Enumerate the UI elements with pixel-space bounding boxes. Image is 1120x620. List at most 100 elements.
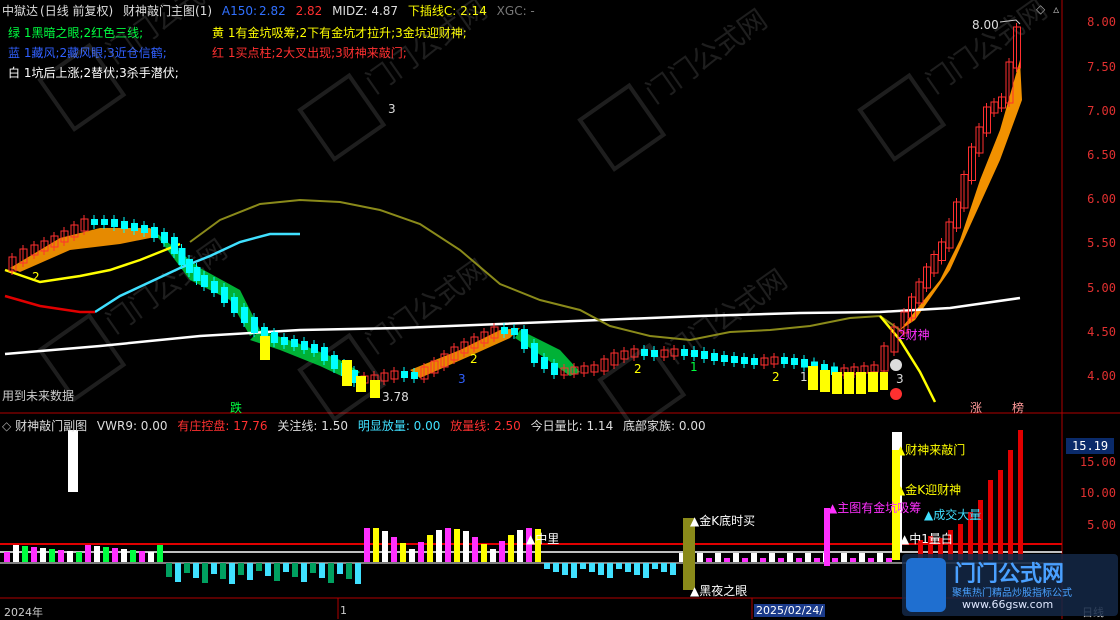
volume-bar <box>697 553 703 562</box>
caishen-label: 2财神 <box>898 328 930 342</box>
candle-down <box>691 350 698 357</box>
volume-bar <box>769 553 775 562</box>
zhongliang-label: ▲中里 <box>526 532 560 546</box>
brand-site: www.66gsw.com <box>962 598 1054 611</box>
red-volume-bar <box>1018 430 1023 560</box>
candle-down <box>541 357 548 369</box>
volume-bar <box>760 558 766 562</box>
candle-down <box>781 357 788 364</box>
volume-bar <box>202 563 208 583</box>
chart-canvas: 门门公式网 门门公式网 门门公式网 门门公式网 门门公式网 门门公式网 门门公式… <box>0 0 1120 619</box>
volume-bar <box>445 528 451 562</box>
svg-text:门门公式网: 门门公式网 <box>920 0 1054 100</box>
volume-bar <box>508 535 514 562</box>
volume-bar <box>76 552 82 562</box>
y-tick-5.00: 5.00 <box>1087 281 1116 295</box>
sub-y-tick-10: 10.00 <box>1079 486 1116 500</box>
candle-down <box>701 351 708 359</box>
volume-bar <box>436 530 442 562</box>
volume-bar <box>193 563 199 578</box>
volume-bar <box>49 549 55 562</box>
volume-bar <box>850 558 856 562</box>
candle-down <box>231 297 238 313</box>
volume-bar <box>265 563 271 576</box>
volume-bar <box>832 558 838 562</box>
red-ball-icon <box>890 388 902 400</box>
candle-down <box>111 219 118 227</box>
zhang-signal: 涨 <box>970 401 983 415</box>
candle-down <box>241 307 248 323</box>
volume-bar <box>706 558 712 562</box>
sub-indicator-name[interactable]: 财神敲门副图 <box>15 419 87 433</box>
signal-number: 3 <box>896 372 904 386</box>
candle-down <box>251 317 258 333</box>
candle-down <box>741 357 748 364</box>
volume-bar <box>274 563 280 581</box>
candle-down <box>321 347 328 361</box>
candle-down <box>301 341 308 350</box>
candle-down <box>271 332 278 343</box>
candle-down <box>193 267 201 281</box>
volume-bar <box>211 563 217 574</box>
volume-bar <box>283 563 289 572</box>
volume-bar <box>616 563 622 569</box>
volume-bar <box>598 563 604 575</box>
candle-down <box>331 355 338 369</box>
candle-down <box>651 350 658 357</box>
volume-bar <box>166 563 172 577</box>
volume-bar <box>499 541 505 562</box>
orange-band-left <box>10 228 160 272</box>
candle-down <box>178 248 186 265</box>
sub-y-tick-15: 15.00 <box>1079 455 1116 469</box>
volume-bar <box>652 563 658 569</box>
volume-bar <box>319 563 325 578</box>
volume-bar <box>121 549 127 562</box>
volume-bar <box>787 553 793 562</box>
volume-bar <box>373 528 379 562</box>
low-price-label: 3.78 <box>382 390 409 404</box>
volume-bar <box>328 563 334 583</box>
volume-bar <box>229 563 235 584</box>
candle-down <box>201 275 208 287</box>
white-marker-bar <box>68 430 78 492</box>
volume-bar <box>22 546 28 562</box>
y-tick-7.00: 7.00 <box>1087 104 1116 118</box>
volume-bar <box>346 563 352 579</box>
candle-down <box>711 353 718 361</box>
volume-bar <box>661 563 667 572</box>
volume-bar <box>355 563 361 584</box>
svg-text:门门公式网: 门门公式网 <box>100 0 234 70</box>
volume-bar <box>58 550 64 562</box>
olive-line <box>189 198 901 342</box>
jink-caishen-label: ▲金K迎财神 <box>896 483 962 497</box>
candle-down <box>531 343 538 363</box>
brand-logo-mark <box>906 558 946 612</box>
candle-down <box>641 349 648 356</box>
bottom-family-value: 底部家族: 0.00 <box>623 419 706 433</box>
red-volume-bar <box>988 480 993 560</box>
caishen-door-label: ▲财神来敲门 <box>896 443 966 457</box>
volume-bar <box>742 558 748 562</box>
candle-down <box>551 363 558 375</box>
volume-bar <box>337 563 343 574</box>
candle-down <box>511 328 518 335</box>
candle-down <box>211 281 218 293</box>
brand-slogan: 聚焦热门精品炒股指标公式 <box>952 588 1072 599</box>
volume-bar <box>589 563 595 572</box>
volume-bar <box>562 563 568 575</box>
volume-bar <box>301 563 307 582</box>
svg-text:门门公式网: 门门公式网 <box>640 3 774 110</box>
signal-number: 2 <box>470 352 478 366</box>
candle-down <box>501 327 508 334</box>
candle-down <box>521 329 528 349</box>
vol-up-value: 明显放量: 0.00 <box>357 419 441 433</box>
candle-down <box>141 225 148 233</box>
volume-bar <box>877 553 883 562</box>
volume-bar <box>670 563 676 575</box>
y-tick-8.00: 8.00 <box>1087 15 1116 29</box>
future-data-label: 用到未来数据 <box>2 389 75 403</box>
volume-bar <box>427 535 433 562</box>
volume-bar <box>814 558 820 562</box>
candle-down <box>91 219 98 225</box>
volume-bar <box>364 528 370 562</box>
